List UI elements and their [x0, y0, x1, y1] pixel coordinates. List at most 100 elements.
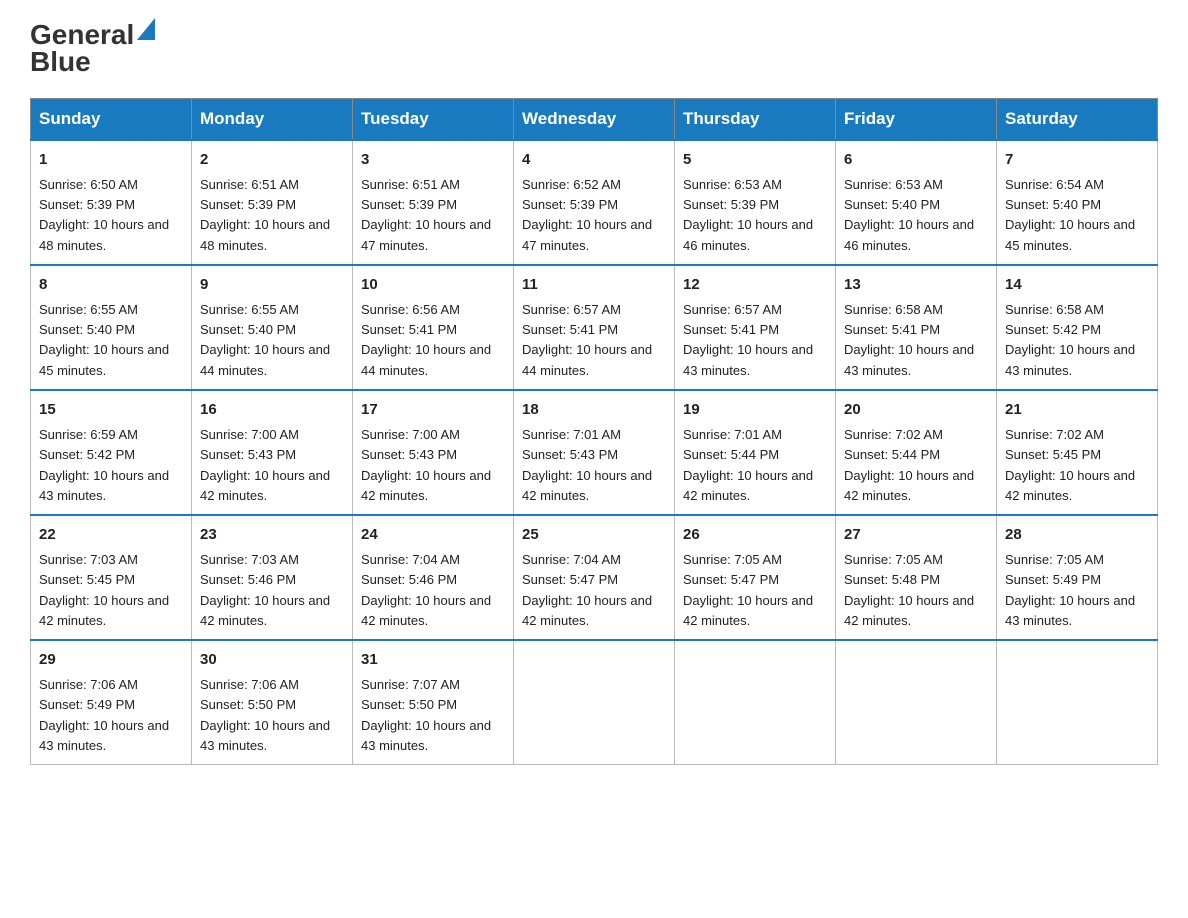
day-number: 18 [522, 399, 666, 422]
day-number: 10 [361, 274, 505, 297]
day-info: Sunrise: 6:53 AMSunset: 5:39 PMDaylight:… [683, 175, 827, 256]
day-number: 5 [683, 149, 827, 172]
calendar-cell: 19 Sunrise: 7:01 AMSunset: 5:44 PMDayligh… [675, 390, 836, 515]
calendar-cell: 5 Sunrise: 6:53 AMSunset: 5:39 PMDaylight… [675, 140, 836, 265]
day-number: 24 [361, 524, 505, 547]
calendar-cell: 14 Sunrise: 6:58 AMSunset: 5:42 PMDayligh… [997, 265, 1158, 390]
day-info: Sunrise: 7:07 AMSunset: 5:50 PMDaylight:… [361, 675, 505, 756]
calendar-table: SundayMondayTuesdayWednesdayThursdayFrid… [30, 98, 1158, 765]
calendar-cell: 16Sunrise: 7:00 AMSunset: 5:43 PMDayligh… [192, 390, 353, 515]
day-number: 26 [683, 524, 827, 547]
calendar-cell: 12 Sunrise: 6:57 AMSunset: 5:41 PMDayligh… [675, 265, 836, 390]
calendar-cell: 1Sunrise: 6:50 AMSunset: 5:39 PMDaylight… [31, 140, 192, 265]
header-tuesday: Tuesday [353, 98, 514, 140]
calendar-header-row: SundayMondayTuesdayWednesdayThursdayFrid… [31, 98, 1158, 140]
day-number: 6 [844, 149, 988, 172]
calendar-cell: 22Sunrise: 7:03 AMSunset: 5:45 PMDayligh… [31, 515, 192, 640]
calendar-cell: 24 Sunrise: 7:04 AMSunset: 5:46 PMDayligh… [353, 515, 514, 640]
day-number: 30 [200, 649, 344, 672]
day-number: 17 [361, 399, 505, 422]
day-number: 31 [361, 649, 505, 672]
calendar-cell: 31 Sunrise: 7:07 AMSunset: 5:50 PMDayligh… [353, 640, 514, 765]
day-number: 2 [200, 149, 344, 172]
day-number: 8 [39, 274, 183, 297]
day-number: 15 [39, 399, 183, 422]
day-number: 11 [522, 274, 666, 297]
header-saturday: Saturday [997, 98, 1158, 140]
header-sunday: Sunday [31, 98, 192, 140]
logo: General Blue [30, 20, 155, 78]
day-info: Sunrise: 7:05 AMSunset: 5:47 PMDaylight:… [683, 550, 827, 631]
day-info: Sunrise: 6:54 AMSunset: 5:40 PMDaylight:… [1005, 175, 1149, 256]
calendar-cell: 3 Sunrise: 6:51 AMSunset: 5:39 PMDaylight… [353, 140, 514, 265]
day-info: Sunrise: 7:06 AMSunset: 5:49 PMDaylight:… [39, 675, 183, 756]
day-number: 9 [200, 274, 344, 297]
day-number: 12 [683, 274, 827, 297]
day-number: 27 [844, 524, 988, 547]
calendar-cell [997, 640, 1158, 765]
calendar-cell: 30 Sunrise: 7:06 AMSunset: 5:50 PMDayligh… [192, 640, 353, 765]
calendar-cell: 29 Sunrise: 7:06 AMSunset: 5:49 PMDayligh… [31, 640, 192, 765]
day-info: Sunrise: 6:53 AMSunset: 5:40 PMDaylight:… [844, 175, 988, 256]
day-info: Sunrise: 6:57 AMSunset: 5:41 PMDaylight:… [683, 300, 827, 381]
calendar-cell: 13 Sunrise: 6:58 AMSunset: 5:41 PMDayligh… [836, 265, 997, 390]
day-info: Sunrise: 7:01 AMSunset: 5:43 PMDaylight:… [522, 425, 666, 506]
calendar-cell: 4Sunrise: 6:52 AMSunset: 5:39 PMDaylight… [514, 140, 675, 265]
calendar-cell: 10 Sunrise: 6:56 AMSunset: 5:41 PMDayligh… [353, 265, 514, 390]
day-info: Sunrise: 6:58 AMSunset: 5:41 PMDaylight:… [844, 300, 988, 381]
day-number: 29 [39, 649, 183, 672]
calendar-cell: 25 Sunrise: 7:04 AMSunset: 5:47 PMDayligh… [514, 515, 675, 640]
day-number: 25 [522, 524, 666, 547]
day-info: Sunrise: 6:51 AMSunset: 5:39 PMDaylight:… [200, 175, 344, 256]
day-info: Sunrise: 6:58 AMSunset: 5:42 PMDaylight:… [1005, 300, 1149, 381]
day-number: 13 [844, 274, 988, 297]
day-info: Sunrise: 6:52 AMSunset: 5:39 PMDaylight:… [522, 175, 666, 256]
header-friday: Friday [836, 98, 997, 140]
calendar-cell [514, 640, 675, 765]
day-info: Sunrise: 7:05 AMSunset: 5:48 PMDaylight:… [844, 550, 988, 631]
day-info: Sunrise: 6:57 AMSunset: 5:41 PMDaylight:… [522, 300, 666, 381]
day-info: Sunrise: 7:04 AMSunset: 5:46 PMDaylight:… [361, 550, 505, 631]
calendar-cell: 18 Sunrise: 7:01 AMSunset: 5:43 PMDayligh… [514, 390, 675, 515]
calendar-cell: 23Sunrise: 7:03 AMSunset: 5:46 PMDayligh… [192, 515, 353, 640]
day-info: Sunrise: 6:55 AMSunset: 5:40 PMDaylight:… [200, 300, 344, 381]
day-number: 14 [1005, 274, 1149, 297]
day-info: Sunrise: 7:05 AMSunset: 5:49 PMDaylight:… [1005, 550, 1149, 631]
header-monday: Monday [192, 98, 353, 140]
calendar-cell [675, 640, 836, 765]
day-number: 7 [1005, 149, 1149, 172]
calendar-week-row: 15Sunrise: 6:59 AMSunset: 5:42 PMDayligh… [31, 390, 1158, 515]
day-info: Sunrise: 7:00 AMSunset: 5:43 PMDaylight:… [361, 425, 505, 506]
calendar-week-row: 22Sunrise: 7:03 AMSunset: 5:45 PMDayligh… [31, 515, 1158, 640]
day-number: 19 [683, 399, 827, 422]
day-info: Sunrise: 7:04 AMSunset: 5:47 PMDaylight:… [522, 550, 666, 631]
calendar-week-row: 8 Sunrise: 6:55 AMSunset: 5:40 PMDaylight… [31, 265, 1158, 390]
calendar-cell: 26 Sunrise: 7:05 AMSunset: 5:47 PMDayligh… [675, 515, 836, 640]
day-number: 23 [200, 524, 344, 547]
day-number: 16 [200, 399, 344, 422]
day-number: 3 [361, 149, 505, 172]
logo-text-blue: Blue [30, 46, 91, 77]
day-number: 28 [1005, 524, 1149, 547]
header-wednesday: Wednesday [514, 98, 675, 140]
day-info: Sunrise: 6:56 AMSunset: 5:41 PMDaylight:… [361, 300, 505, 381]
calendar-cell: 7 Sunrise: 6:54 AMSunset: 5:40 PMDaylight… [997, 140, 1158, 265]
day-info: Sunrise: 7:01 AMSunset: 5:44 PMDaylight:… [683, 425, 827, 506]
calendar-cell: 2 Sunrise: 6:51 AMSunset: 5:39 PMDaylight… [192, 140, 353, 265]
calendar-cell: 15Sunrise: 6:59 AMSunset: 5:42 PMDayligh… [31, 390, 192, 515]
day-number: 20 [844, 399, 988, 422]
day-info: Sunrise: 6:50 AMSunset: 5:39 PMDaylight:… [39, 175, 183, 256]
calendar-cell: 28 Sunrise: 7:05 AMSunset: 5:49 PMDayligh… [997, 515, 1158, 640]
day-info: Sunrise: 7:06 AMSunset: 5:50 PMDaylight:… [200, 675, 344, 756]
day-info: Sunrise: 7:03 AMSunset: 5:45 PMDaylight:… [39, 550, 183, 631]
logo-triangle-icon [137, 18, 155, 40]
calendar-cell: 20 Sunrise: 7:02 AMSunset: 5:44 PMDayligh… [836, 390, 997, 515]
calendar-cell: 6 Sunrise: 6:53 AMSunset: 5:40 PMDaylight… [836, 140, 997, 265]
day-info: Sunrise: 7:02 AMSunset: 5:44 PMDaylight:… [844, 425, 988, 506]
calendar-cell: 21 Sunrise: 7:02 AMSunset: 5:45 PMDayligh… [997, 390, 1158, 515]
calendar-week-row: 1Sunrise: 6:50 AMSunset: 5:39 PMDaylight… [31, 140, 1158, 265]
day-number: 21 [1005, 399, 1149, 422]
day-info: Sunrise: 7:02 AMSunset: 5:45 PMDaylight:… [1005, 425, 1149, 506]
calendar-cell: 9 Sunrise: 6:55 AMSunset: 5:40 PMDaylight… [192, 265, 353, 390]
day-info: Sunrise: 6:51 AMSunset: 5:39 PMDaylight:… [361, 175, 505, 256]
